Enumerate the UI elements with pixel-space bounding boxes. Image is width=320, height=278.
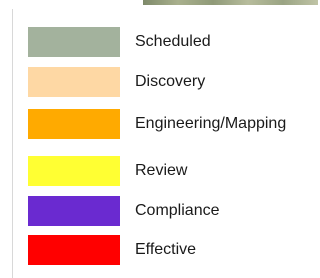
legend-swatch-engineering-mapping [28, 109, 120, 139]
legend-item-effective: Effective [28, 235, 196, 265]
map-legend: Scheduled Discovery Engineering/Mapping … [12, 9, 319, 278]
legend-swatch-compliance [28, 196, 120, 226]
legend-label-review: Review [135, 162, 188, 179]
legend-label-discovery: Discovery [135, 73, 206, 90]
map-background [143, 0, 318, 5]
legend-label-compliance: Compliance [135, 202, 220, 219]
legend-swatch-effective [28, 235, 120, 265]
legend-item-compliance: Compliance [28, 196, 219, 226]
legend-label-effective: Effective [135, 241, 197, 258]
legend-item-engineering-mapping: Engineering/Mapping [28, 109, 286, 139]
legend-item-scheduled: Scheduled [28, 27, 211, 57]
legend-swatch-scheduled [28, 27, 120, 57]
legend-swatch-review [28, 156, 120, 186]
legend-item-review: Review [28, 156, 187, 186]
legend-label-engineering-mapping: Engineering/Mapping [135, 115, 287, 132]
legend-swatch-discovery [28, 67, 120, 97]
legend-label-scheduled: Scheduled [135, 33, 211, 50]
legend-item-discovery: Discovery [28, 67, 205, 97]
